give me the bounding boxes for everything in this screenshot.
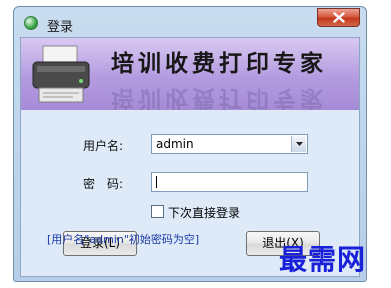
username-select[interactable]: admin [151, 134, 308, 154]
app-icon [24, 16, 38, 30]
banner-title-reflection: 培训收费打印专家 [111, 85, 327, 110]
username-label: 用户名: [83, 139, 124, 153]
remember-label[interactable]: 下次直接登录 [168, 204, 240, 221]
password-field[interactable] [151, 172, 308, 192]
password-label: 密 码: [83, 177, 124, 191]
banner-title: 培训收费打印专家 [111, 50, 327, 77]
dropdown-button[interactable] [291, 136, 306, 152]
username-value: admin [156, 137, 194, 151]
banner: 培训收费打印专家 培训收费打印专家 [21, 38, 359, 110]
chevron-down-icon [295, 142, 303, 146]
printer-icon [32, 45, 90, 103]
window-title: 登录 [47, 20, 74, 35]
close-button[interactable] [317, 8, 360, 27]
close-icon [332, 12, 345, 23]
watermark: 最需网 [279, 243, 367, 276]
hint-text: [用户名"admin"初始密码为空] [47, 233, 200, 246]
text-caret [156, 176, 157, 188]
title-bar[interactable]: 登录 [14, 7, 366, 37]
remember-checkbox[interactable] [151, 205, 164, 218]
